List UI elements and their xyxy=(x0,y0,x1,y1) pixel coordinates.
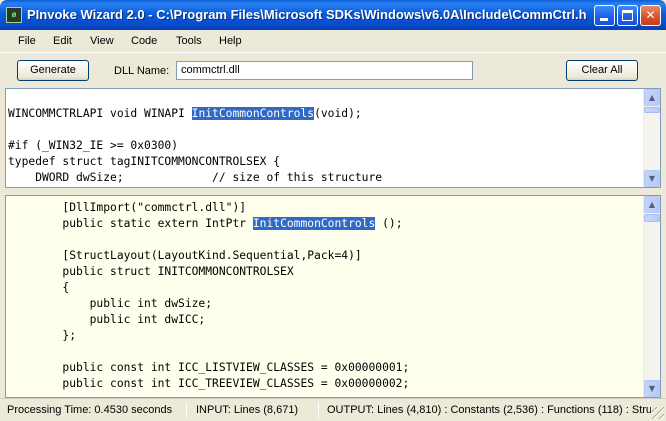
scroll-up-icon[interactable]: ▲ xyxy=(644,196,660,213)
status-bar: Processing Time: 0.4530 seconds INPUT: L… xyxy=(0,398,666,421)
code-line: DWORD dwSize; // size of this structure xyxy=(8,170,642,186)
pane-splitter[interactable] xyxy=(5,188,661,195)
output-code-text[interactable]: [DllImport("commctrl.dll")] public stati… xyxy=(8,200,642,392)
menu-code[interactable]: Code xyxy=(131,35,157,47)
menu-help[interactable]: Help xyxy=(219,35,242,47)
code-text: [DllImport("commctrl.dll")] xyxy=(8,201,247,214)
status-output: OUTPUT: Lines (4,810) : Constants (2,536… xyxy=(327,404,651,416)
menu-edit[interactable]: Edit xyxy=(53,35,72,47)
menu-file[interactable]: File xyxy=(18,35,36,47)
app-icon[interactable]: ፀ xyxy=(6,7,22,23)
output-code-pane[interactable]: [DllImport("commctrl.dll")] public stati… xyxy=(5,195,661,398)
code-text: public static extern IntPtr xyxy=(8,217,253,230)
code-line: typedef struct tagINITCOMMONCONTROLSEX { xyxy=(8,154,642,170)
close-button[interactable]: ✕ xyxy=(640,5,661,26)
output-scrollbar[interactable]: ▲ ▼ xyxy=(643,196,660,397)
minimize-button[interactable] xyxy=(594,5,615,26)
resize-grip-icon[interactable] xyxy=(652,407,664,419)
selected-text[interactable]: InitCommonControls xyxy=(252,217,376,230)
scroll-down-icon[interactable]: ▼ xyxy=(644,380,660,397)
code-text: public const int ICC_LISTVIEW_CLASSES = … xyxy=(8,361,410,374)
title-bar[interactable]: ፀ PInvoke Wizard 2.0 - C:\Program Files\… xyxy=(0,0,666,30)
toolbar: Generate DLL Name: commctrl.dll Clear Al… xyxy=(0,52,666,88)
code-text: public int dwSize; xyxy=(8,297,213,310)
input-code-text[interactable]: WINCOMMCTRLAPI void WINAPI InitCommonCon… xyxy=(8,106,642,187)
selected-text[interactable]: InitCommonControls xyxy=(191,107,315,120)
code-line: [DllImport("commctrl.dll")] xyxy=(8,200,642,216)
scroll-up-icon[interactable]: ▲ xyxy=(644,89,660,106)
code-line: public struct INITCOMMONCONTROLSEX xyxy=(8,264,642,280)
code-text: public const int ICC_TREEVIEW_CLASSES = … xyxy=(8,377,410,390)
code-line: public int dwICC; xyxy=(8,312,642,328)
code-line: }; xyxy=(8,328,642,344)
code-text: typedef struct tagINITCOMMONCONTROLSEX { xyxy=(8,155,281,168)
scroll-thumb[interactable] xyxy=(644,214,660,222)
menu-tools[interactable]: Tools xyxy=(176,35,202,47)
maximize-button[interactable] xyxy=(617,5,638,26)
code-text: [StructLayout(LayoutKind.Sequential,Pack… xyxy=(8,249,362,262)
clear-all-button[interactable]: Clear All xyxy=(566,60,638,81)
code-text: #if (_WIN32_IE >= 0x0300) xyxy=(8,139,179,152)
code-line: public const int ICC_TREEVIEW_CLASSES = … xyxy=(8,376,642,392)
code-text: WINCOMMCTRLAPI void WINAPI xyxy=(8,107,192,120)
code-text: }; xyxy=(8,329,77,342)
dll-name-label: DLL Name: xyxy=(114,65,170,77)
close-icon: ✕ xyxy=(645,8,656,22)
code-text: public struct INITCOMMONCONTROLSEX xyxy=(8,265,294,278)
code-line: #if (_WIN32_IE >= 0x0300) xyxy=(8,138,642,154)
generate-button[interactable]: Generate xyxy=(17,60,89,81)
window-title: PInvoke Wizard 2.0 - C:\Program Files\Mi… xyxy=(27,7,587,22)
input-scrollbar[interactable]: ▲ ▼ xyxy=(643,89,660,187)
status-input: INPUT: Lines (8,671) xyxy=(196,404,299,416)
code-line: { xyxy=(8,280,642,296)
maximize-icon xyxy=(622,10,633,21)
code-text: DWORD dwSize; // size of this structure xyxy=(8,171,383,184)
code-text: public int dwICC; xyxy=(8,313,206,326)
code-line: [StructLayout(LayoutKind.Sequential,Pack… xyxy=(8,248,642,264)
code-text: (); xyxy=(375,217,403,230)
scroll-down-icon[interactable]: ▼ xyxy=(644,170,660,187)
menu-view[interactable]: View xyxy=(90,35,114,47)
input-code-pane[interactable]: WINCOMMCTRLAPI void WINAPI InitCommonCon… xyxy=(5,88,661,188)
dll-name-input[interactable]: commctrl.dll xyxy=(176,61,473,80)
code-text: { xyxy=(8,281,70,294)
status-processing-time: Processing Time: 0.4530 seconds xyxy=(7,404,173,416)
code-line: public static extern IntPtr InitCommonCo… xyxy=(8,216,642,232)
scroll-thumb[interactable] xyxy=(644,107,660,113)
menu-bar: File Edit View Code Tools Help xyxy=(0,30,666,52)
status-divider xyxy=(318,402,319,418)
status-divider xyxy=(186,402,187,418)
code-line: WINCOMMCTRLAPI void WINAPI InitCommonCon… xyxy=(8,106,642,122)
code-text: (void); xyxy=(314,107,362,120)
code-line: public int dwSize; xyxy=(8,296,642,312)
minimize-icon xyxy=(600,18,608,21)
code-line: public const int ICC_LISTVIEW_CLASSES = … xyxy=(8,360,642,376)
